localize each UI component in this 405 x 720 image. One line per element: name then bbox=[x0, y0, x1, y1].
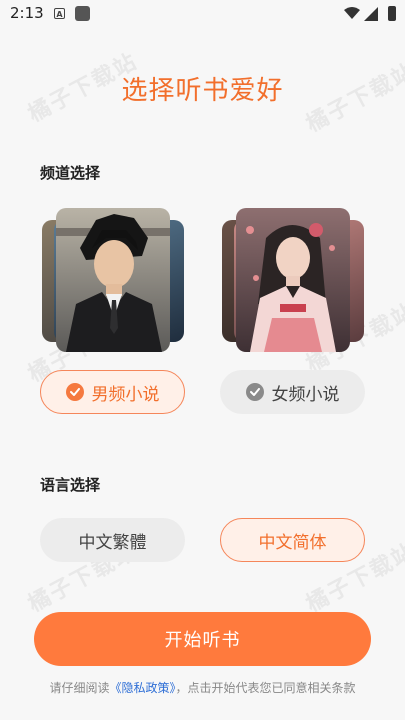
battery-icon bbox=[388, 6, 396, 21]
language-heading: 语言选择 bbox=[40, 476, 101, 494]
simplified-chinese-button[interactable]: 中文简体 bbox=[220, 518, 365, 562]
traditional-chinese-button[interactable]: 中文繁體 bbox=[40, 518, 185, 562]
male-channel-label: 男频小说 bbox=[91, 384, 160, 405]
checkmark-icon bbox=[245, 383, 264, 401]
female-channel-label: 女频小说 bbox=[271, 384, 340, 405]
female-cover-card[interactable] bbox=[222, 208, 364, 356]
female-channel-button[interactable]: 女频小说 bbox=[220, 370, 365, 414]
male-channel-button[interactable]: 男频小说 bbox=[40, 370, 185, 414]
status-bar: 2:13 A bbox=[0, 0, 405, 28]
policy-prefix: 请仔细阅读 bbox=[49, 681, 110, 695]
channel-heading: 频道选择 bbox=[40, 164, 101, 182]
wifi-icon bbox=[344, 7, 360, 19]
notification-a-icon: A bbox=[54, 8, 65, 19]
female-cover-image bbox=[236, 208, 350, 352]
status-time: 2:13 bbox=[10, 4, 44, 22]
simplified-chinese-label: 中文简体 bbox=[258, 532, 327, 553]
traditional-chinese-label: 中文繁體 bbox=[78, 532, 147, 553]
privacy-policy-link[interactable]: 《隐私政策》 bbox=[109, 681, 175, 695]
policy-notice: 请仔细阅读《隐私政策》，点击开始代表您已同意相关条款 bbox=[0, 679, 405, 696]
start-listening-button[interactable]: 开始听书 bbox=[34, 612, 371, 666]
page-title: 选择听书爱好 bbox=[121, 76, 284, 106]
male-cover-card[interactable] bbox=[42, 208, 184, 356]
notification-square-icon bbox=[75, 6, 90, 21]
signal-icon bbox=[364, 7, 378, 21]
checkmark-icon bbox=[65, 383, 84, 401]
policy-suffix: ，点击开始代表您已同意相关条款 bbox=[175, 681, 356, 695]
male-cover-image bbox=[56, 208, 170, 352]
